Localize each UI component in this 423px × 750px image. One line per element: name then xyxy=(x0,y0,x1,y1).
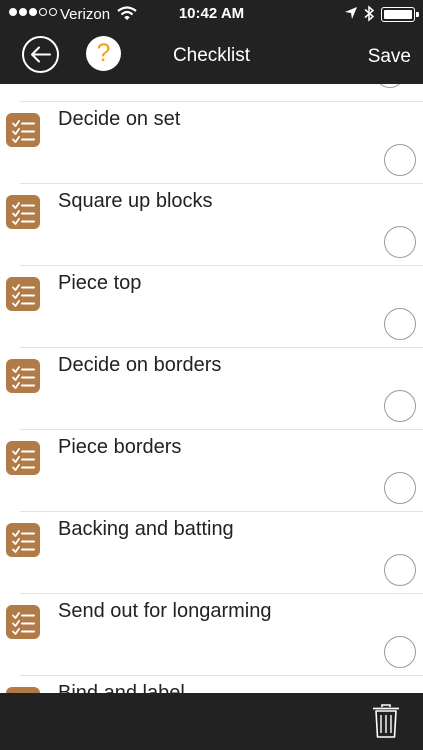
item-label: Square up blocks xyxy=(58,190,213,212)
row-separator xyxy=(20,183,423,184)
list-item[interactable]: Decide on set xyxy=(0,101,423,183)
row-separator xyxy=(20,593,423,594)
status-time: 10:42 AM xyxy=(178,5,245,22)
row-separator xyxy=(20,101,423,102)
check-circle[interactable] xyxy=(384,390,416,422)
item-label: Piece top xyxy=(58,272,142,294)
row-separator xyxy=(20,347,423,348)
help-button[interactable]: ? xyxy=(86,36,121,71)
status-bar: Verizon 10:42 AM xyxy=(0,0,423,28)
question-mark-icon: ? xyxy=(96,39,111,67)
list-item[interactable]: Piece borders xyxy=(0,429,423,511)
row-separator xyxy=(20,511,423,512)
nav-bar: ? Checklist Save xyxy=(0,28,423,84)
location-arrow-icon xyxy=(345,7,357,19)
back-button[interactable] xyxy=(22,36,59,73)
checklist-icon xyxy=(6,441,40,475)
battery-icon xyxy=(381,7,419,22)
list-item[interactable]: Bind and label xyxy=(0,675,423,693)
trash-icon xyxy=(373,704,399,738)
item-label: Bind and label xyxy=(58,682,185,693)
item-label: Decide on set xyxy=(58,108,181,130)
check-circle[interactable] xyxy=(384,144,416,176)
check-circle[interactable] xyxy=(384,308,416,340)
check-circle[interactable] xyxy=(384,554,416,586)
row-separator xyxy=(20,675,423,676)
checklist-icon xyxy=(6,195,40,229)
row-separator xyxy=(20,265,423,266)
check-circle[interactable] xyxy=(384,472,416,504)
list-item[interactable]: Send out for longarming xyxy=(0,593,423,675)
page-title: Checklist xyxy=(172,45,251,66)
checklist-icon xyxy=(6,523,40,557)
item-label: Backing and batting xyxy=(58,518,234,540)
trash-button[interactable] xyxy=(371,703,401,739)
list-item[interactable]: Piece top xyxy=(0,265,423,347)
item-label: Send out for longarming xyxy=(58,600,272,622)
save-button[interactable]: Save xyxy=(368,46,411,68)
checklist-icon xyxy=(6,605,40,639)
list-item[interactable]: Backing and batting xyxy=(0,511,423,593)
row-separator xyxy=(20,429,423,430)
check-circle[interactable] xyxy=(384,636,416,668)
list-item[interactable]: Decide on borders xyxy=(0,347,423,429)
checklist-icon xyxy=(6,359,40,393)
check-circle[interactable] xyxy=(375,84,405,88)
bluetooth-icon xyxy=(364,5,375,22)
checklist[interactable]: Decide on set Square up blocks Piece top De… xyxy=(0,84,423,693)
list-item[interactable]: Square up blocks xyxy=(0,183,423,265)
bottom-toolbar xyxy=(0,693,423,750)
checklist-icon xyxy=(6,277,40,311)
check-circle[interactable] xyxy=(384,226,416,258)
arrow-left-icon xyxy=(31,46,51,63)
item-label: Piece borders xyxy=(58,436,182,458)
checklist-icon xyxy=(6,113,40,147)
item-label: Decide on borders xyxy=(58,354,222,376)
